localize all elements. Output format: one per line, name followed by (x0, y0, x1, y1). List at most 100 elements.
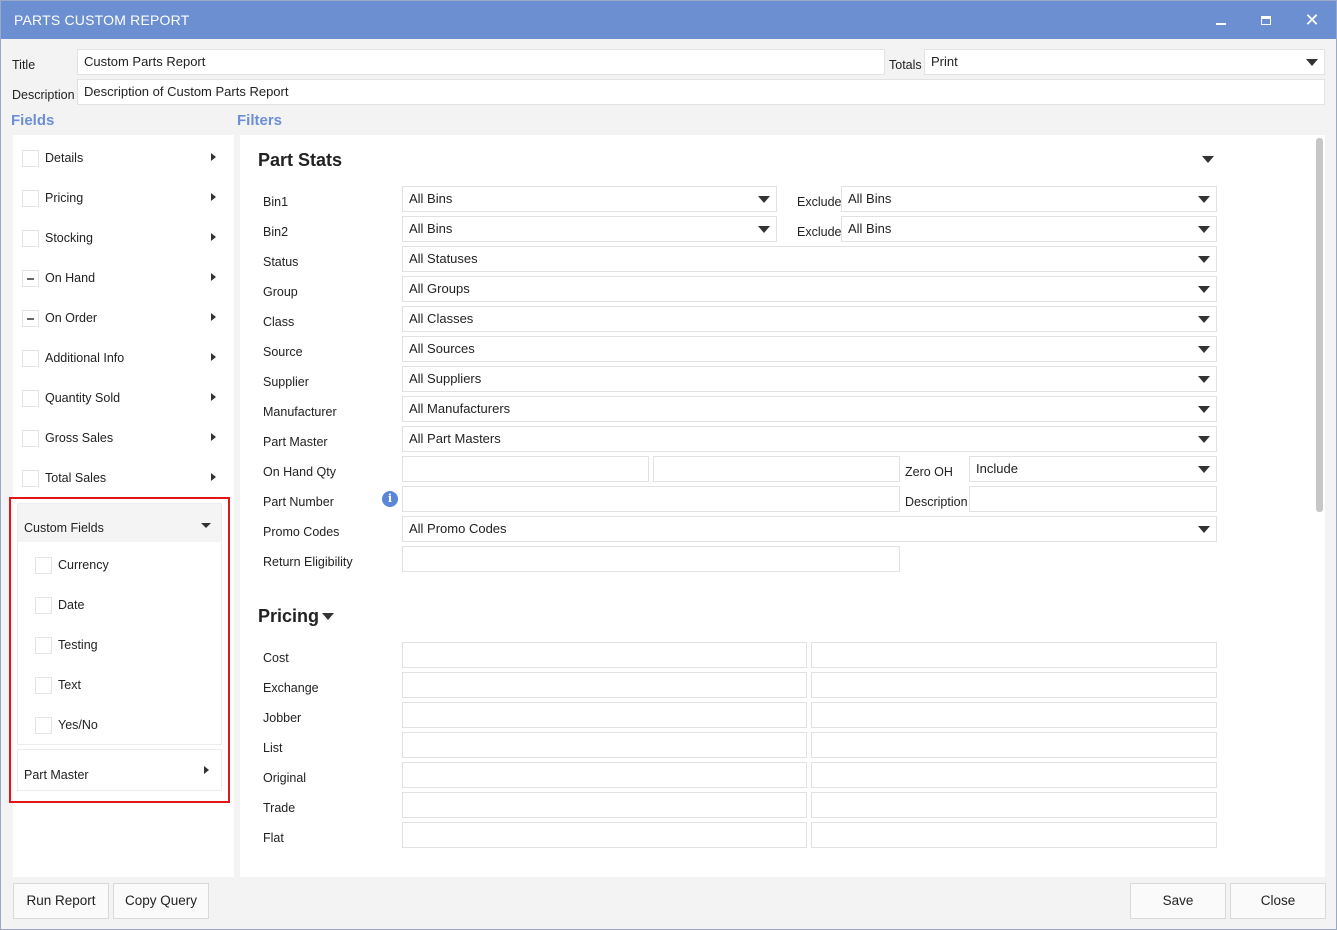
bin1-exclude-select[interactable]: All Bins (841, 186, 1217, 212)
title-input[interactable]: Custom Parts Report (77, 49, 885, 75)
on-hand-qty-max-input[interactable] (653, 456, 900, 482)
part-number-input[interactable] (402, 486, 900, 512)
exchange-min-input[interactable] (402, 672, 807, 698)
save-button[interactable]: Save (1130, 883, 1226, 919)
field-item-details[interactable]: Details (17, 141, 230, 177)
stocking-checkbox[interactable] (22, 230, 39, 247)
field-item-gross-sales[interactable]: Gross Sales (17, 421, 230, 457)
field-item-on-hand[interactable]: On Hand (17, 261, 230, 297)
zero-oh-select[interactable]: Include (969, 456, 1217, 482)
field-item-label: Quantity Sold (45, 391, 121, 405)
description-filter-input[interactable] (969, 486, 1217, 512)
cost-min-input[interactable] (402, 642, 807, 668)
chevron-down-icon (758, 226, 770, 233)
bin2-value: All Bins (409, 221, 453, 236)
expand-arrow-icon[interactable] (211, 473, 216, 481)
field-item-stocking[interactable]: Stocking (17, 221, 230, 257)
source-select[interactable]: All Sources (402, 336, 1217, 362)
filters-scrollbar[interactable] (1316, 138, 1323, 512)
run-report-button[interactable]: Run Report (13, 883, 109, 919)
source-value: All Sources (409, 341, 475, 356)
minimize-button[interactable] (1208, 7, 1234, 33)
part-master-select[interactable]: All Part Masters (402, 426, 1217, 452)
bin1-exclude-label: Exclude (797, 195, 842, 209)
trade-label: Trade (263, 801, 296, 815)
part-stats-heading: Part Stats (258, 150, 343, 170)
field-item-pricing[interactable]: Pricing (17, 181, 230, 217)
chevron-down-icon (1198, 286, 1210, 293)
trade-max-input[interactable] (811, 792, 1217, 818)
window-title: PARTS CUSTOM REPORT (14, 12, 190, 28)
total-sales-checkbox[interactable] (22, 470, 39, 487)
additional-info-checkbox[interactable] (22, 350, 39, 367)
on-hand-qty-min-input[interactable] (402, 456, 649, 482)
expand-arrow-icon[interactable] (211, 233, 216, 241)
class-select[interactable]: All Classes (402, 306, 1217, 332)
bin2-exclude-label: Exclude (797, 225, 842, 239)
field-item-label: Stocking (45, 231, 93, 245)
flat-min-input[interactable] (402, 822, 807, 848)
promo-codes-select[interactable]: All Promo Codes (402, 516, 1217, 542)
part-number-label: Part Number (263, 495, 334, 509)
bin1-select[interactable]: All Bins (402, 186, 777, 212)
class-label: Class (263, 315, 295, 329)
pricing-checkbox[interactable] (22, 190, 39, 207)
original-min-input[interactable] (402, 762, 807, 788)
list-min-input[interactable] (402, 732, 807, 758)
part-stats-collapse-icon[interactable] (1202, 156, 1214, 163)
jobber-max-input[interactable] (811, 702, 1217, 728)
details-checkbox[interactable] (22, 150, 39, 167)
original-max-input[interactable] (811, 762, 1217, 788)
source-label: Source (263, 345, 303, 359)
expand-arrow-icon[interactable] (211, 273, 216, 281)
expand-arrow-icon[interactable] (211, 193, 216, 201)
part-master-value: All Part Masters (409, 431, 501, 446)
return-eligibility-input[interactable] (402, 546, 900, 572)
quantity-sold-checkbox[interactable] (22, 390, 39, 407)
flat-max-input[interactable] (811, 822, 1217, 848)
expand-arrow-icon[interactable] (211, 393, 216, 401)
description-input[interactable]: Description of Custom Parts Report (77, 79, 1325, 105)
jobber-min-input[interactable] (402, 702, 807, 728)
supplier-select[interactable]: All Suppliers (402, 366, 1217, 392)
field-item-label: On Hand (45, 271, 96, 285)
info-icon[interactable]: i (382, 491, 398, 507)
copy-query-button[interactable]: Copy Query (113, 883, 209, 919)
trade-min-input[interactable] (402, 792, 807, 818)
promo-codes-value: All Promo Codes (409, 521, 507, 536)
filters-heading: Filters (237, 112, 283, 129)
on-hand-checkbox[interactable] (22, 270, 39, 287)
field-item-additional-info[interactable]: Additional Info (17, 341, 230, 377)
manufacturer-select[interactable]: All Manufacturers (402, 396, 1217, 422)
zero-oh-label: Zero OH (905, 465, 953, 479)
exchange-max-input[interactable] (811, 672, 1217, 698)
list-max-input[interactable] (811, 732, 1217, 758)
pricing-collapse-icon[interactable] (322, 613, 334, 620)
expand-arrow-icon[interactable] (211, 313, 216, 321)
group-label: Group (263, 285, 298, 299)
supplier-label: Supplier (263, 375, 309, 389)
minimize-icon (1216, 23, 1226, 25)
close-button[interactable]: Close (1230, 883, 1326, 919)
group-select[interactable]: All Groups (402, 276, 1217, 302)
bin2-exclude-value: All Bins (848, 221, 892, 236)
field-item-label: Total Sales (45, 471, 107, 485)
expand-arrow-icon[interactable] (211, 153, 216, 161)
on-order-checkbox[interactable] (22, 310, 39, 327)
close-window-button[interactable]: ✕ (1299, 7, 1325, 33)
field-item-on-order[interactable]: On Order (17, 301, 230, 337)
totals-select[interactable]: Print (924, 49, 1325, 75)
maximize-button[interactable] (1253, 7, 1279, 33)
title-label: Title (12, 58, 36, 72)
field-item-total-sales[interactable]: Total Sales (17, 461, 230, 497)
field-item-quantity-sold[interactable]: Quantity Sold (17, 381, 230, 417)
group-value: All Groups (409, 281, 470, 296)
bin2-select[interactable]: All Bins (402, 216, 777, 242)
expand-arrow-icon[interactable] (211, 433, 216, 441)
close-icon: ✕ (1304, 10, 1320, 30)
expand-arrow-icon[interactable] (211, 353, 216, 361)
cost-max-input[interactable] (811, 642, 1217, 668)
gross-sales-checkbox[interactable] (22, 430, 39, 447)
bin2-exclude-select[interactable]: All Bins (841, 216, 1217, 242)
status-select[interactable]: All Statuses (402, 246, 1217, 272)
